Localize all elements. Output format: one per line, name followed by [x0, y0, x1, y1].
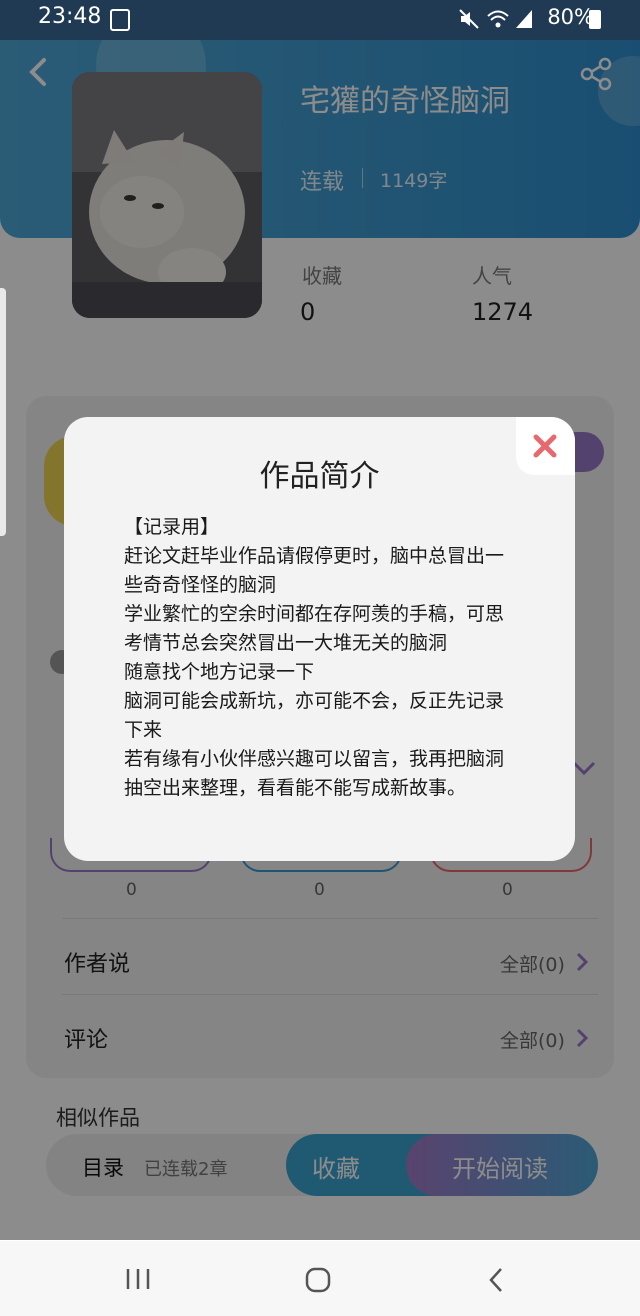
synopsis-line: 脑洞可能会成新坑，亦可能不会，反正先记录 [124, 690, 505, 712]
edge-handle[interactable] [0, 288, 6, 536]
synopsis-line: 学业繁忙的空余时间都在存阿羡的手稿，可思 [124, 603, 505, 625]
battery-icon [589, 10, 601, 29]
app-notification-icon [110, 9, 130, 31]
status-bar: 23:48 80% [0, 0, 640, 40]
status-time: 23:48 [38, 4, 102, 29]
dialog-title: 作品简介 [259, 459, 380, 494]
synopsis-line: 抽空出来整理，看看能不能写成新故事。 [124, 777, 467, 799]
synopsis-text: 【记录用】 赶论文赶毕业作品请假停更时，脑中总冒出一 些奇奇怪怪的脑洞 学业繁忙… [124, 513, 524, 803]
synopsis-line: 随意找个地方记录一下 [124, 661, 315, 683]
signal-icon [516, 10, 532, 28]
synopsis-dialog: 作品简介 【记录用】 赶论文赶毕业作品请假停更时，脑中总冒出一 些奇奇怪怪的脑洞… [64, 417, 575, 861]
close-icon [533, 434, 557, 458]
wifi-icon [487, 10, 509, 28]
synopsis-line: 赶论文赶毕业作品请假停更时，脑中总冒出一 [124, 545, 505, 567]
close-button[interactable] [516, 417, 575, 475]
system-nav-bar [0, 1241, 640, 1316]
battery-percentage: 80% [547, 5, 594, 29]
back-icon[interactable] [486, 1266, 506, 1294]
synopsis-line: 些奇奇怪怪的脑洞 [124, 574, 277, 596]
synopsis-line: 下来 [124, 719, 163, 741]
recent-apps-icon[interactable] [124, 1267, 152, 1291]
home-icon[interactable] [304, 1266, 332, 1294]
synopsis-line: 【记录用】 [124, 516, 220, 538]
synopsis-line: 考情节总会突然冒出一大堆无关的脑洞 [124, 632, 448, 654]
synopsis-line: 若有缘有小伙伴感兴趣可以留言，我再把脑洞 [124, 748, 505, 770]
mute-icon [459, 9, 479, 29]
